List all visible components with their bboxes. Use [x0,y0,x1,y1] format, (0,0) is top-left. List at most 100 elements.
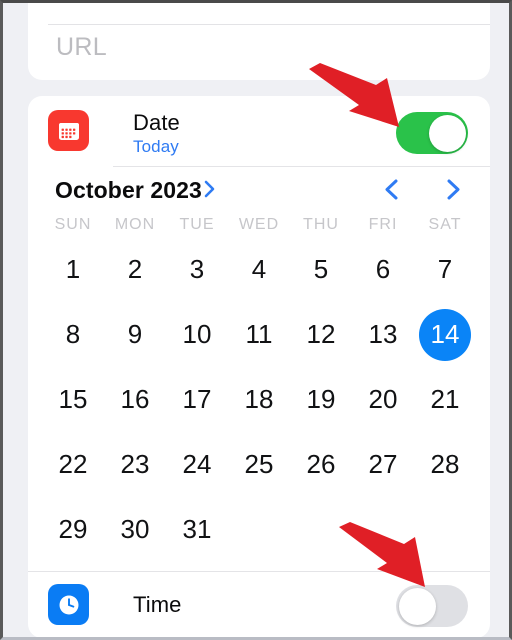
weekday-label: WED [238,216,280,233]
calendar-day-empty [414,500,476,559]
weekday-label: TUE [179,216,215,233]
calendar-month-label[interactable]: October 2023 [55,177,202,204]
calendar-day-label [419,504,471,556]
calendar-day-label: 22 [58,449,88,479]
calendar-day-label: 1 [65,254,81,284]
calendar-day-empty [290,500,352,559]
calendar-day-label: 13 [368,319,398,349]
time-toggle[interactable] [396,585,468,627]
calendar-weekday-header: SUN MON TUE WED THU FRI SAT [28,216,490,234]
date-row[interactable]: Date Today [28,96,490,167]
weekday-label: SAT [428,216,462,233]
time-toggle-knob [398,587,436,625]
calendar-day-label: 31 [182,514,212,544]
calendar-day[interactable]: 5 [290,240,352,299]
calendar-day[interactable]: 28 [414,435,476,494]
calendar-day[interactable]: 26 [290,435,352,494]
chevron-right-icon[interactable] [203,178,217,205]
calendar-day-label: 6 [375,254,391,284]
calendar-prev-month-button[interactable] [382,177,402,207]
calendar-icon [48,110,89,151]
calendar-day-label: 25 [244,449,274,479]
calendar-day[interactable]: 16 [104,370,166,429]
time-row[interactable]: Time [28,572,490,637]
calendar-day-label: 29 [58,514,88,544]
calendar-day[interactable]: 13 [352,305,414,364]
calendar-day-label: 9 [127,319,143,349]
url-card: URL [28,3,490,80]
calendar-day[interactable]: 25 [228,435,290,494]
calendar: October 2023 SUN MON TUE WED THU FRI SAT… [28,166,490,571]
calendar-day-label: 4 [251,254,267,284]
calendar-day[interactable]: 11 [228,305,290,364]
calendar-day-label: 28 [430,449,460,479]
calendar-day-label: 2 [127,254,143,284]
calendar-day-label: 18 [244,384,274,414]
weekday-label: SUN [54,216,92,233]
calendar-week-row: 1 2 3 4 5 6 7 [28,240,490,299]
calendar-day[interactable]: 22 [42,435,104,494]
calendar-day[interactable]: 31 [166,500,228,559]
calendar-day-label: 24 [182,449,212,479]
date-toggle-knob [428,114,466,152]
calendar-day-label: 23 [120,449,150,479]
calendar-day-label: 17 [182,384,212,414]
calendar-week-row: 29 30 31 [28,500,490,559]
weekday-label: THU [303,216,339,233]
calendar-day[interactable]: 1 [42,240,104,299]
url-input[interactable]: URL [56,33,107,62]
calendar-day-selected[interactable]: 14 [414,305,476,364]
weekday-label: MON [114,216,156,233]
date-row-subtitle: Today [133,137,179,156]
calendar-day-label [233,504,285,556]
calendar-day[interactable]: 29 [42,500,104,559]
calendar-bottom-padding [28,559,490,571]
calendar-day-label: 5 [313,254,329,284]
calendar-day[interactable]: 10 [166,305,228,364]
weekday-label: FRI [368,216,398,233]
calendar-day[interactable]: 27 [352,435,414,494]
calendar-day-empty [228,500,290,559]
phone-screen: URL Date Today October 2023 SUN MON TUE … [0,0,512,640]
calendar-day[interactable]: 17 [166,370,228,429]
calendar-day[interactable]: 4 [228,240,290,299]
calendar-day-label: 27 [368,449,398,479]
clock-icon [48,584,89,625]
date-toggle[interactable] [396,112,468,154]
calendar-day[interactable]: 3 [166,240,228,299]
calendar-day-label: 16 [120,384,150,414]
calendar-day[interactable]: 8 [42,305,104,364]
calendar-day-label [357,504,409,556]
calendar-day-label: 12 [306,319,336,349]
calendar-day[interactable]: 12 [290,305,352,364]
date-row-title: Date [133,110,180,135]
calendar-day-label: 19 [306,384,336,414]
calendar-day[interactable]: 2 [104,240,166,299]
calendar-day[interactable]: 15 [42,370,104,429]
calendar-day-label: 20 [368,384,398,414]
calendar-day-label: 3 [189,254,205,284]
calendar-day[interactable]: 20 [352,370,414,429]
calendar-week-row: 8 9 10 11 12 13 14 [28,305,490,364]
calendar-next-month-button[interactable] [443,177,463,207]
calendar-day-label [295,504,347,556]
calendar-header: October 2023 [28,166,490,214]
calendar-week-row: 22 23 24 25 26 27 28 [28,435,490,494]
calendar-day[interactable]: 21 [414,370,476,429]
calendar-day-label: 14 [419,308,471,361]
calendar-day-label: 7 [437,254,453,284]
calendar-day[interactable]: 23 [104,435,166,494]
calendar-week-row: 15 16 17 18 19 20 21 [28,370,490,429]
calendar-day-label: 8 [65,319,81,349]
calendar-day[interactable]: 18 [228,370,290,429]
calendar-day[interactable]: 9 [104,305,166,364]
calendar-day-label: 30 [120,514,150,544]
calendar-day[interactable]: 24 [166,435,228,494]
calendar-day-empty [352,500,414,559]
calendar-day[interactable]: 30 [104,500,166,559]
calendar-day[interactable]: 7 [414,240,476,299]
calendar-day-label: 15 [58,384,88,414]
calendar-day[interactable]: 19 [290,370,352,429]
calendar-day[interactable]: 6 [352,240,414,299]
time-row-title: Time [133,592,182,617]
